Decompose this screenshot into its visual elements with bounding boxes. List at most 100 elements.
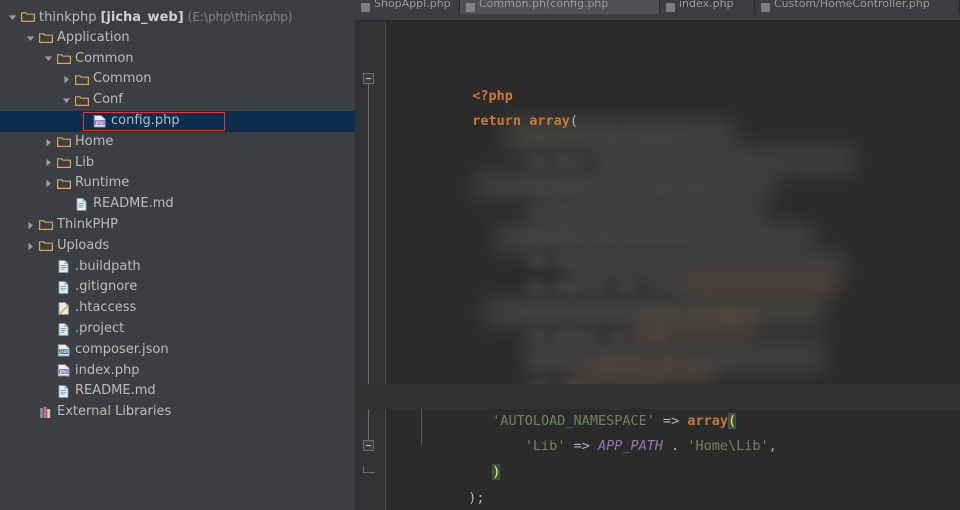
project-tree-panel[interactable]: thinkphp [jicha_web] (E:\php\thinkphp) Appl…	[0, 0, 355, 510]
editor-tab-shopappl-php[interactable]: ShopAppl.php	[355, 0, 460, 14]
code-line[interactable]: 'Lib' => APP_PATH . 'Home\Lib',	[355, 409, 777, 454]
tree-item-thinkphp[interactable]: thinkphp [jicha_web] (E:\php\thinkphp)	[0, 7, 355, 28]
tree-item-thinkphp[interactable]: ThinkPHP	[0, 215, 355, 236]
tree-item--buildpath[interactable]: .buildpath	[0, 257, 355, 278]
code-editor[interactable]: 'DB_TYPE' => 'mysql' 'DB_HOST' => '127.0…	[355, 21, 960, 510]
tree-item-uploads[interactable]: Uploads	[0, 236, 355, 257]
tree-item-name: .htaccess	[75, 300, 137, 316]
tree-item-runtime[interactable]: Runtime	[0, 173, 355, 194]
tree-item-name: index.php	[75, 362, 140, 378]
chevron-right-icon[interactable]	[24, 236, 37, 256]
tree-item-label: .project	[75, 319, 124, 340]
tree-arrow-spacer	[42, 278, 55, 298]
tree-item-external-libraries[interactable]: External Libraries	[0, 402, 355, 423]
tree-arrow-spacer	[42, 319, 55, 339]
tree-item-name: External Libraries	[57, 404, 172, 420]
code-line-current[interactable]: 'AUTOLOAD_NAMESPACE' => array(	[355, 384, 960, 429]
tree-arrow-spacer	[42, 382, 55, 402]
tree-item-label: config.php	[111, 111, 180, 132]
text-file-icon	[55, 257, 72, 277]
tree-item-label: ThinkPHP	[57, 215, 118, 236]
tree-item-name: composer.json	[75, 341, 169, 357]
tree-item-label: .gitignore	[75, 277, 137, 298]
folder-icon	[55, 153, 72, 173]
tree-item-common[interactable]: Common	[0, 49, 355, 70]
tree-item--htaccess[interactable]: .htaccess	[0, 298, 355, 319]
chevron-down-icon[interactable]	[60, 91, 73, 111]
tree-item--project[interactable]: .project	[0, 319, 355, 340]
tree-item-conf[interactable]: Conf	[0, 90, 355, 111]
text-file-icon	[55, 382, 72, 402]
file-type-icon	[361, 2, 370, 12]
folder-icon	[73, 91, 90, 111]
chevron-right-icon[interactable]	[42, 132, 55, 152]
editor-tab-custom-homecontroller-php[interactable]: Custom/HomeController.php	[755, 0, 960, 14]
tree-item-lib[interactable]: Lib	[0, 153, 355, 174]
tree-arrow-spacer	[42, 361, 55, 381]
editor-tab-index-php[interactable]: index.php	[660, 0, 755, 14]
chevron-down-icon[interactable]	[42, 49, 55, 69]
php-file-icon: php	[91, 111, 108, 131]
tree-item-name: README.md	[75, 383, 156, 399]
tree-item-label: Application	[57, 28, 130, 49]
editor-tab-label: ShopAppl.php	[374, 0, 451, 10]
tree-item-index-php[interactable]: php index.php	[0, 361, 355, 382]
php-file-icon: php	[55, 361, 72, 381]
chevron-right-icon[interactable]	[42, 174, 55, 194]
project-tree[interactable]: thinkphp [jicha_web] (E:\php\thinkphp) Appl…	[0, 0, 355, 423]
tree-item-name: thinkphp	[39, 9, 97, 25]
code-line[interactable]: return array(	[355, 84, 578, 129]
chevron-down-icon[interactable]	[24, 28, 37, 48]
tree-item-label: Runtime	[75, 173, 129, 194]
tree-item-readme-md[interactable]: README.md	[0, 381, 355, 402]
tree-item-application[interactable]: Application	[0, 28, 355, 49]
tree-item-label: README.md	[93, 194, 174, 215]
file-type-icon	[761, 2, 770, 12]
tab-bar-shadow	[355, 14, 960, 21]
code-content[interactable]: <?php return array( // 数据库类型 器地址 据库名 // …	[355, 21, 960, 510]
tree-item-label: Uploads	[57, 236, 109, 257]
chevron-down-icon[interactable]	[6, 7, 19, 27]
editor-tab-label: index.php	[679, 0, 734, 10]
tree-item-label: README.md	[75, 381, 156, 402]
chevron-right-icon[interactable]	[42, 153, 55, 173]
file-type-icon	[666, 2, 675, 12]
file-type-icon	[466, 2, 475, 12]
chevron-right-icon[interactable]	[24, 215, 37, 235]
tree-item-readme-md[interactable]: README.md	[0, 194, 355, 215]
tree-item-label: .buildpath	[75, 257, 141, 278]
tree-item-config-php[interactable]: php config.php	[0, 110, 355, 132]
ide-window: thinkphp [jicha_web] (E:\php\thinkphp) Appl…	[0, 0, 960, 510]
editor-tab-common-ph-config-php[interactable]: Common.ph(config.php	[460, 0, 660, 14]
chevron-right-icon[interactable]	[60, 70, 73, 90]
tree-item-label: .htaccess	[75, 298, 136, 319]
tree-item--gitignore[interactable]: .gitignore	[0, 277, 355, 298]
tree-item-common[interactable]: Common	[0, 69, 355, 90]
tree-item-name: README.md	[93, 196, 174, 212]
svg-text:JSON: JSON	[58, 349, 69, 354]
folder-icon	[19, 7, 36, 27]
tree-arrow-spacer	[42, 340, 55, 360]
svg-text:php: php	[59, 370, 68, 376]
tree-item-composer-json[interactable]: JSON composer.json	[0, 340, 355, 361]
library-icon	[37, 403, 54, 423]
code-line[interactable]: )	[355, 435, 501, 480]
tree-item-name: ThinkPHP	[57, 216, 119, 232]
tree-item-name: .gitignore	[75, 279, 138, 295]
tree-item-label: Common	[93, 69, 152, 90]
tree-item-name: Lib	[75, 154, 95, 170]
editor-tab-bar[interactable]: ShopAppl.php Common.ph(config.php index.ph…	[355, 0, 960, 14]
tree-arrow-spacer	[42, 257, 55, 277]
code-line[interactable]: <?php	[355, 59, 513, 104]
folder-icon	[37, 28, 54, 48]
tree-arrow-spacer	[24, 403, 37, 423]
code-line[interactable]: );	[355, 461, 484, 506]
tree-arrow-spacer	[78, 111, 91, 131]
tree-item-label: Common	[75, 49, 134, 70]
tree-item-home[interactable]: Home	[0, 132, 355, 153]
editor-tab-label: Common.ph(config.php	[479, 0, 609, 10]
editor-panel: ShopAppl.php Common.ph(config.php index.ph…	[355, 0, 960, 510]
tree-item-name: Common	[93, 71, 152, 87]
tree-item-label: composer.json	[75, 340, 169, 361]
tree-item-name: Uploads	[57, 237, 110, 253]
